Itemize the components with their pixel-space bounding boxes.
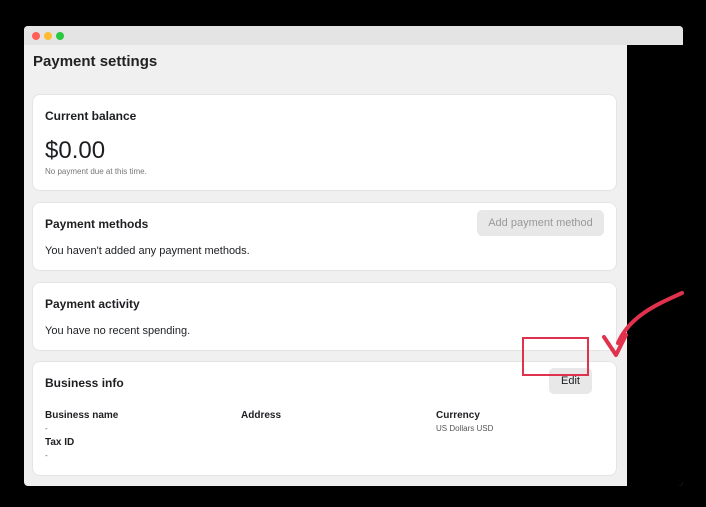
edit-highlight-box xyxy=(522,337,589,376)
payment-methods-card: Payment methods Add payment method You h… xyxy=(33,203,616,270)
business-info-card: Business info Edit Business name - Addre… xyxy=(33,362,616,475)
balance-title: Current balance xyxy=(45,109,137,123)
payment-activity-empty: You have no recent spending. xyxy=(45,325,191,337)
business-name-label: Business name xyxy=(45,410,119,421)
minimize-window-icon[interactable] xyxy=(44,32,52,40)
currency-value: US Dollars USD xyxy=(436,424,494,433)
payment-methods-empty: You haven't added any payment methods. xyxy=(45,245,250,257)
business-name-value: - xyxy=(45,424,48,433)
payment-methods-title: Payment methods xyxy=(45,217,149,231)
window-titlebar xyxy=(24,26,683,45)
address-label: Address xyxy=(241,410,282,421)
close-window-icon[interactable] xyxy=(32,32,40,40)
browser-window: Payment settings Current balance $0.00 N… xyxy=(24,26,683,486)
page-title: Payment settings xyxy=(33,53,158,70)
payment-activity-title: Payment activity xyxy=(45,297,140,311)
balance-card: Current balance $0.00 No payment due at … xyxy=(33,95,616,190)
currency-label: Currency xyxy=(436,410,480,421)
dark-overlay xyxy=(627,45,683,486)
tax-id-label: Tax ID xyxy=(45,437,75,448)
add-payment-method-button[interactable]: Add payment method xyxy=(477,210,604,236)
balance-note: No payment due at this time. xyxy=(45,167,147,176)
business-info-title: Business info xyxy=(45,376,124,390)
tax-id-value: - xyxy=(45,451,48,460)
maximize-window-icon[interactable] xyxy=(56,32,64,40)
pointer-arrow-icon xyxy=(602,291,684,357)
balance-amount: $0.00 xyxy=(45,137,106,164)
